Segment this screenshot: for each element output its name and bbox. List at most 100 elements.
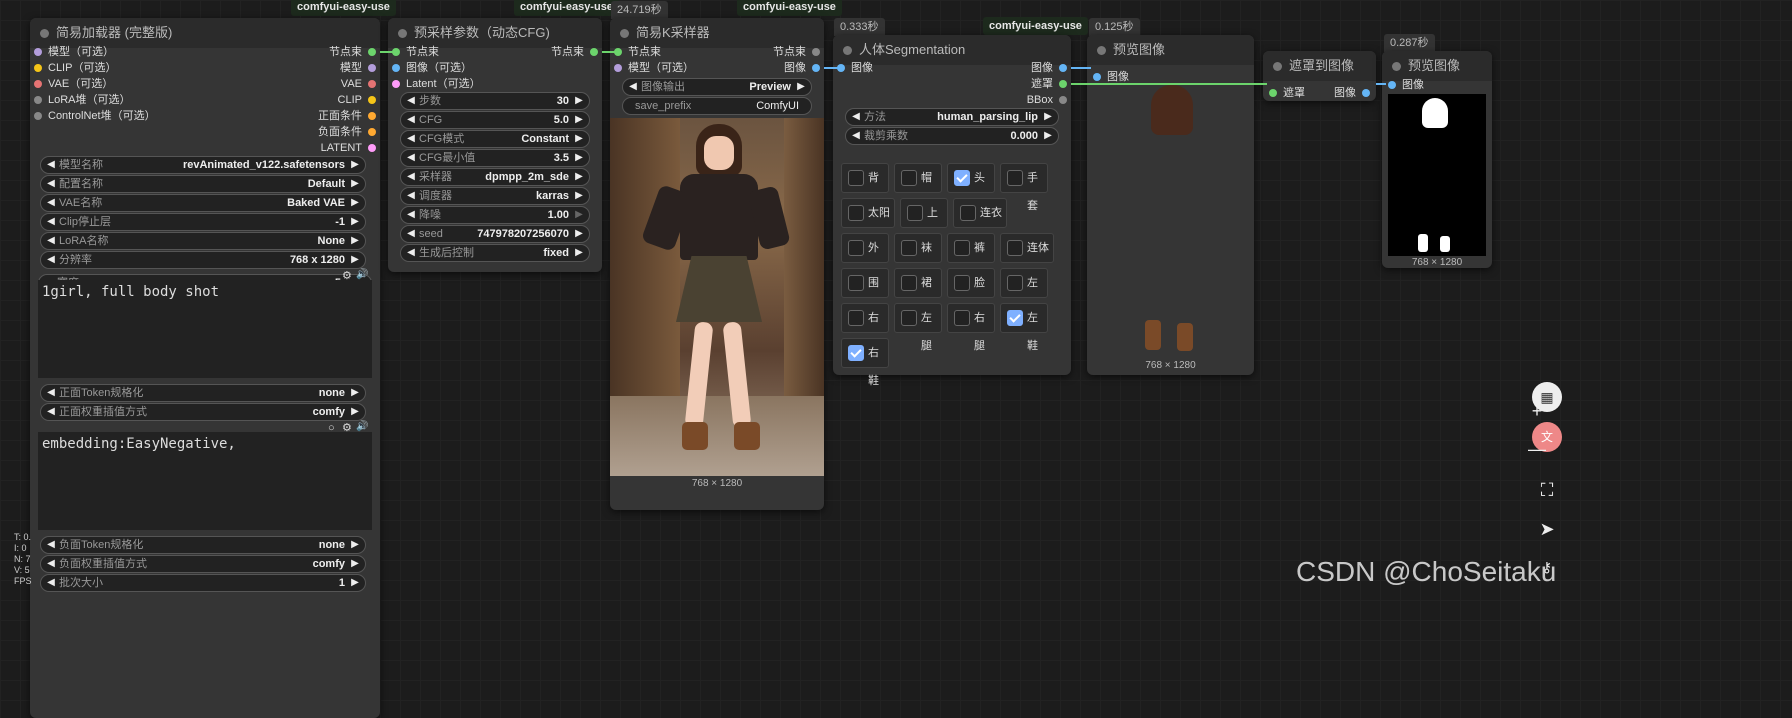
preview1-title[interactable]: 预览图像 — [1087, 35, 1254, 65]
next-arrow-icon[interactable]: ▶ — [1041, 109, 1055, 125]
presampler-widget[interactable]: ◀ seed 747978207256070 ▶ — [400, 225, 590, 243]
next-arrow-icon[interactable]: ▶ — [572, 93, 586, 109]
checkbox-box[interactable] — [1007, 240, 1023, 256]
checkbox-box[interactable] — [907, 205, 923, 221]
presampler-widget[interactable]: ◀ 调度器 karras ▶ — [400, 187, 590, 205]
part-checkbox[interactable]: 裙子 — [894, 268, 942, 317]
part-checkbox[interactable]: 连衣裙 — [953, 198, 1007, 247]
slot-dot-icon[interactable] — [368, 144, 376, 152]
slot-dot-icon[interactable] — [1059, 96, 1067, 104]
segmentation-node[interactable]: 人体Segmentation 图像 图像 遮罩 BBox ◀ 方法 human_par… — [833, 35, 1071, 387]
part-checkbox[interactable]: 脸部 — [947, 268, 995, 317]
slot-dot-icon[interactable] — [1388, 81, 1396, 89]
positive-prompt-textarea[interactable]: 1girl, full body shot — [38, 280, 372, 378]
method-select[interactable]: ◀ 方法 human_parsing_lip ▶ — [845, 108, 1059, 126]
presampler-widget[interactable]: ◀ 步数 30 ▶ — [400, 92, 590, 110]
save-prefix-field[interactable]: save_prefix ComfyUI — [622, 97, 812, 115]
next-arrow-icon[interactable]: ▶ — [348, 537, 362, 553]
presampler-widget[interactable]: ◀ CFG模式 Constant ▶ — [400, 130, 590, 148]
part-checkbox[interactable]: 右鞋 — [841, 338, 889, 387]
prev-arrow-icon[interactable]: ◀ — [404, 207, 418, 223]
prev-arrow-icon[interactable]: ◀ — [404, 93, 418, 109]
checkbox-box[interactable] — [848, 240, 864, 256]
checkbox-box[interactable] — [848, 275, 864, 291]
collapse-dot-icon[interactable] — [843, 46, 852, 55]
slot-dot-icon[interactable] — [1093, 73, 1101, 81]
negative-widget[interactable]: ◀ 批次大小 1 ▶ — [40, 574, 366, 592]
slot-dot-icon[interactable] — [1059, 64, 1067, 72]
next-arrow-icon[interactable]: ▶ — [572, 169, 586, 185]
segmentation-input-slot[interactable]: 图像 — [835, 59, 873, 77]
next-arrow-icon[interactable]: ▶ — [572, 150, 586, 166]
prev-arrow-icon[interactable]: ◀ — [849, 109, 863, 125]
presampler-widget[interactable]: ◀ 采样器 dpmpp_2m_sde ▶ — [400, 168, 590, 186]
send-icon[interactable]: ➤ — [1532, 514, 1562, 544]
part-checkbox[interactable]: 右腿 — [947, 303, 995, 352]
next-arrow-icon[interactable]: ▶ — [348, 157, 362, 173]
prev-arrow-icon[interactable]: ◀ — [626, 79, 640, 95]
loader-input-slot[interactable]: ControlNet堆（可选） — [32, 107, 156, 125]
slot-dot-icon[interactable] — [368, 48, 376, 56]
slot-dot-icon[interactable] — [392, 80, 400, 88]
slot-dot-icon[interactable] — [368, 128, 376, 136]
checkbox-box[interactable] — [901, 170, 917, 186]
preview1-node[interactable]: 预览图像 图像 768 × 1280 — [1087, 35, 1254, 375]
presampler-input-slot[interactable]: Latent（可选） — [390, 75, 481, 93]
prev-arrow-icon[interactable]: ◀ — [44, 556, 58, 572]
slot-dot-icon[interactable] — [392, 64, 400, 72]
part-checkbox[interactable]: 左鞋 — [1000, 303, 1048, 352]
collapse-dot-icon[interactable] — [1097, 46, 1106, 55]
next-arrow-icon[interactable]: ▶ — [348, 176, 362, 192]
part-checkbox[interactable]: 左腿 — [894, 303, 942, 352]
next-arrow-icon[interactable]: ▶ — [348, 404, 362, 420]
loader-output-slot[interactable]: LATENT — [321, 139, 378, 157]
checkbox-box[interactable] — [960, 205, 976, 221]
slot-dot-icon[interactable] — [34, 80, 42, 88]
image-output-select[interactable]: ◀ 图像输出 Preview ▶ — [622, 78, 812, 96]
checkbox-box[interactable] — [1007, 275, 1023, 291]
checkmark-icon[interactable] — [848, 345, 864, 361]
next-arrow-icon[interactable]: ▶ — [572, 112, 586, 128]
positive-widget[interactable]: ◀ 正面权重插值方式 comfy ▶ — [40, 403, 366, 421]
part-checkbox[interactable]: 外套 — [841, 233, 889, 282]
crop-multiplier-field[interactable]: ◀ 裁剪乘数 0.000 ▶ — [845, 127, 1059, 145]
presampler-widget[interactable]: ◀ 生成后控制 fixed ▶ — [400, 244, 590, 262]
part-checkbox[interactable]: 左臂 — [1000, 268, 1048, 317]
part-checkbox[interactable]: 上衣 — [900, 198, 948, 247]
next-arrow-icon[interactable]: ▶ — [348, 252, 362, 268]
slot-dot-icon[interactable] — [812, 48, 820, 56]
next-arrow-icon[interactable]: ▶ — [348, 233, 362, 249]
checkbox-box[interactable] — [954, 275, 970, 291]
slot-dot-icon[interactable] — [1059, 80, 1067, 88]
checkbox-box[interactable] — [848, 170, 864, 186]
increment-arrow-icon[interactable]: ▶ — [1041, 128, 1055, 144]
part-checkbox[interactable]: 帽子 — [894, 163, 942, 212]
part-checkbox[interactable]: 连体衣 — [1000, 233, 1054, 282]
presampler-output-slot[interactable]: 节点束 — [551, 43, 600, 61]
preview2-input-image[interactable]: 图像 — [1386, 76, 1424, 94]
presampler-widget[interactable]: ◀ CFG 5.0 ▶ — [400, 111, 590, 129]
negative-prompt-textarea[interactable]: embedding:EasyNegative, — [38, 432, 372, 530]
checkbox-box[interactable] — [954, 310, 970, 326]
next-arrow-icon[interactable]: ▶ — [794, 79, 808, 95]
prev-arrow-icon[interactable]: ◀ — [404, 131, 418, 147]
prev-arrow-icon[interactable]: ◀ — [44, 404, 58, 420]
slot-dot-icon[interactable] — [34, 48, 42, 56]
checkbox-box[interactable] — [1007, 170, 1023, 186]
slot-dot-icon[interactable] — [614, 64, 622, 72]
part-checkbox[interactable]: 袜子 — [894, 233, 942, 282]
part-checkbox[interactable]: 右臂 — [841, 303, 889, 352]
ksampler-output-slot[interactable]: 图像 — [784, 59, 822, 77]
minus-icon[interactable]: — — [1522, 434, 1552, 464]
loader-widget[interactable]: ◀ 模型名称 revAnimated_v122.safetensors ▶ — [40, 156, 366, 174]
checkbox-box[interactable] — [901, 240, 917, 256]
part-checkbox[interactable]: 太阳镜 — [841, 198, 895, 247]
prev-arrow-icon[interactable]: ◀ — [44, 385, 58, 401]
part-checkbox[interactable]: 围巾 — [841, 268, 889, 317]
slot-dot-icon[interactable] — [812, 64, 820, 72]
ksampler-input-slot[interactable]: 模型（可选） — [612, 59, 694, 77]
prev-arrow-icon[interactable]: ◀ — [44, 176, 58, 192]
prev-arrow-icon[interactable]: ◀ — [44, 233, 58, 249]
part-checkbox[interactable]: 头发 — [947, 163, 995, 212]
part-checkbox[interactable]: 背景 — [841, 163, 889, 212]
